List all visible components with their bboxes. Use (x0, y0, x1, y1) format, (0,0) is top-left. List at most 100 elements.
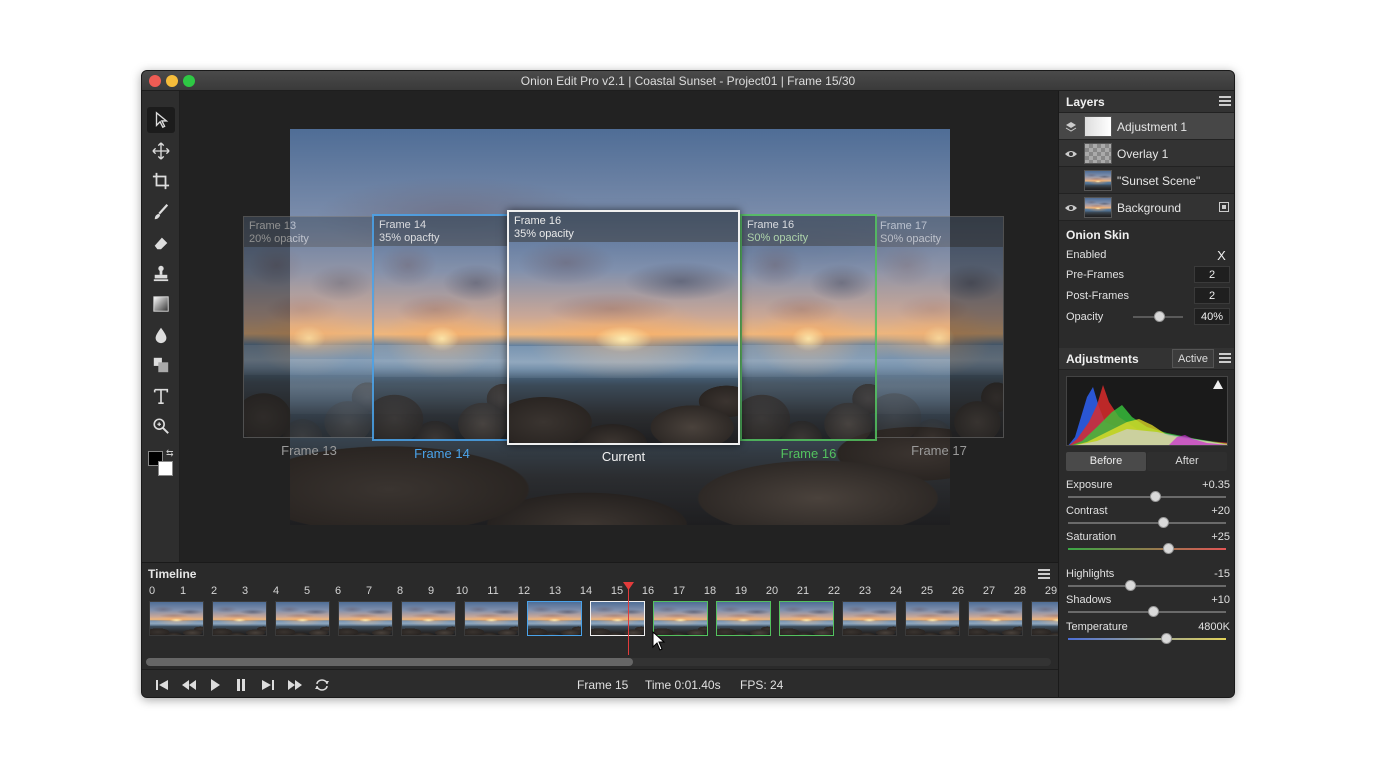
adjustment-slider-handle[interactable] (1160, 633, 1172, 644)
onion-frame-14[interactable]: Frame 14 35% opacfty (372, 214, 512, 441)
opacity-input[interactable]: 40% (1194, 308, 1230, 325)
timeline-tick[interactable]: 19 (735, 585, 747, 597)
timeline-tick[interactable]: 25 (921, 585, 933, 597)
timeline-frame-thumbnail[interactable] (716, 601, 771, 636)
adjustment-slider[interactable] (1068, 548, 1226, 550)
playhead[interactable] (628, 583, 629, 655)
stamp-icon[interactable] (147, 260, 175, 286)
timeline-frame-thumbnail[interactable] (842, 601, 897, 636)
next-frame-icon[interactable] (258, 676, 278, 694)
timeline-tick[interactable]: 22 (828, 585, 840, 597)
adjustment-slider[interactable] (1068, 522, 1226, 524)
eraser-icon[interactable] (147, 230, 175, 256)
layer-row-background[interactable]: Background (1059, 194, 1234, 221)
adjustment-slider-handle[interactable] (1124, 580, 1136, 591)
current-frame[interactable]: Frame 16 35% opacity (507, 210, 740, 445)
before-button[interactable]: Before (1066, 452, 1146, 471)
timeline-tick[interactable]: 10 (456, 585, 468, 597)
timeline-tick[interactable]: 28 (1014, 585, 1026, 597)
adjustment-slider[interactable] (1068, 496, 1226, 498)
timeline-frame-thumbnail[interactable] (212, 601, 267, 636)
timeline-tick[interactable]: 5 (304, 585, 310, 597)
timeline-tick[interactable]: 16 (642, 585, 654, 597)
onion-frame-13[interactable]: Frame 13 20% opacity (243, 216, 375, 438)
shapes-icon[interactable] (147, 352, 175, 378)
timeline-tick[interactable]: 24 (890, 585, 902, 597)
timeline-tick[interactable]: 1 (180, 585, 186, 597)
timeline-tick[interactable]: 26 (952, 585, 964, 597)
timeline-frame-thumbnail[interactable] (968, 601, 1023, 636)
onion-frame-17[interactable]: Frame 17 S0% opacity (874, 216, 1004, 438)
timeline-tick[interactable]: 12 (518, 585, 530, 597)
post-frames-input[interactable]: 2 (1194, 287, 1230, 304)
timeline-tick[interactable]: 23 (859, 585, 871, 597)
timeline-tick[interactable]: 8 (397, 585, 403, 597)
layer-row-overlay[interactable]: Overlay 1 (1059, 140, 1234, 167)
visibility-eye-icon[interactable] (1065, 147, 1077, 159)
timeline-frame-thumbnail[interactable] (338, 601, 393, 636)
play-icon[interactable] (205, 676, 225, 694)
fast-forward-icon[interactable] (285, 676, 305, 694)
enabled-toggle[interactable]: X (1213, 246, 1230, 263)
timeline-tick[interactable]: 15 (611, 585, 623, 597)
pre-frames-input[interactable]: 2 (1194, 266, 1230, 283)
timeline-tick[interactable]: 18 (704, 585, 716, 597)
timeline-tick[interactable]: 2 (211, 585, 217, 597)
timeline-frame-thumbnail[interactable] (275, 601, 330, 636)
timeline-tick[interactable]: 7 (366, 585, 372, 597)
timeline-tick[interactable]: 0 (149, 585, 155, 597)
brush-icon[interactable] (147, 199, 175, 225)
layer-row-adjustment[interactable]: Adjustment 1 (1059, 113, 1234, 140)
move-icon[interactable] (147, 138, 175, 164)
opacity-slider-handle[interactable] (1154, 311, 1165, 322)
timeline-tick[interactable]: 17 (673, 585, 685, 597)
timeline-tick[interactable]: 29 (1045, 585, 1057, 597)
timeline-frame-thumbnail[interactable] (590, 601, 645, 636)
background-color-swatch[interactable] (158, 461, 173, 476)
adjustment-slider-handle[interactable] (1148, 606, 1160, 617)
after-button[interactable]: After (1147, 452, 1227, 471)
timeline-frame-thumbnail[interactable] (149, 601, 204, 636)
canvas-area[interactable]: Frame 13 20% opacity Frame 13 Frame 17 S0%… (180, 91, 1058, 562)
timeline-tick[interactable]: 27 (983, 585, 995, 597)
timeline-tick[interactable]: 13 (549, 585, 561, 597)
timeline-scroll-thumb[interactable] (146, 658, 633, 666)
lock-icon[interactable] (1219, 202, 1229, 212)
visibility-eye-icon[interactable] (1065, 201, 1077, 213)
layers-menu-icon[interactable] (1219, 96, 1231, 106)
select-arrow-icon[interactable] (147, 107, 175, 133)
adjustment-slider[interactable] (1068, 638, 1226, 640)
onion-frame-16-view[interactable]: Frame 16 S0% opacity (740, 214, 877, 441)
timeline-frame-thumbnail[interactable] (464, 601, 519, 636)
drop-icon[interactable] (147, 322, 175, 348)
swap-colors-icon[interactable]: ⇆ (166, 448, 174, 459)
warning-icon[interactable] (1213, 380, 1223, 389)
playhead-handle[interactable] (623, 582, 634, 590)
timeline-menu-icon[interactable] (1038, 569, 1050, 579)
adjustment-slider-handle[interactable] (1149, 491, 1161, 502)
timeline-tick[interactable]: 21 (797, 585, 809, 597)
pause-icon[interactable] (231, 676, 251, 694)
timeline-tick[interactable]: 14 (580, 585, 592, 597)
loop-icon[interactable] (312, 676, 332, 694)
text-icon[interactable] (147, 383, 175, 409)
adjustments-menu-icon[interactable] (1219, 353, 1231, 363)
timeline-tick[interactable]: 9 (428, 585, 434, 597)
gradient-icon[interactable] (147, 291, 175, 317)
layer-row-sunset-scene[interactable]: "Sunset Scene" (1059, 167, 1234, 194)
active-tab[interactable]: Active (1172, 349, 1214, 368)
adjustment-slider-handle[interactable] (1157, 517, 1169, 528)
timeline-tick[interactable]: 4 (273, 585, 279, 597)
crop-icon[interactable] (147, 168, 175, 194)
timeline-scrollbar[interactable] (146, 658, 1051, 666)
timeline-frame-thumbnail[interactable] (527, 601, 582, 636)
timeline-frame-thumbnail[interactable] (401, 601, 456, 636)
adjustment-slider-handle[interactable] (1162, 543, 1174, 554)
adjustment-slider[interactable] (1068, 611, 1226, 613)
rewind-icon[interactable] (179, 676, 199, 694)
timeline-tick[interactable]: 3 (242, 585, 248, 597)
timeline-frame-thumbnail[interactable] (779, 601, 834, 636)
skip-start-icon[interactable] (152, 676, 172, 694)
layer-stack-icon[interactable] (1065, 120, 1077, 132)
zoom-icon[interactable] (147, 413, 175, 439)
